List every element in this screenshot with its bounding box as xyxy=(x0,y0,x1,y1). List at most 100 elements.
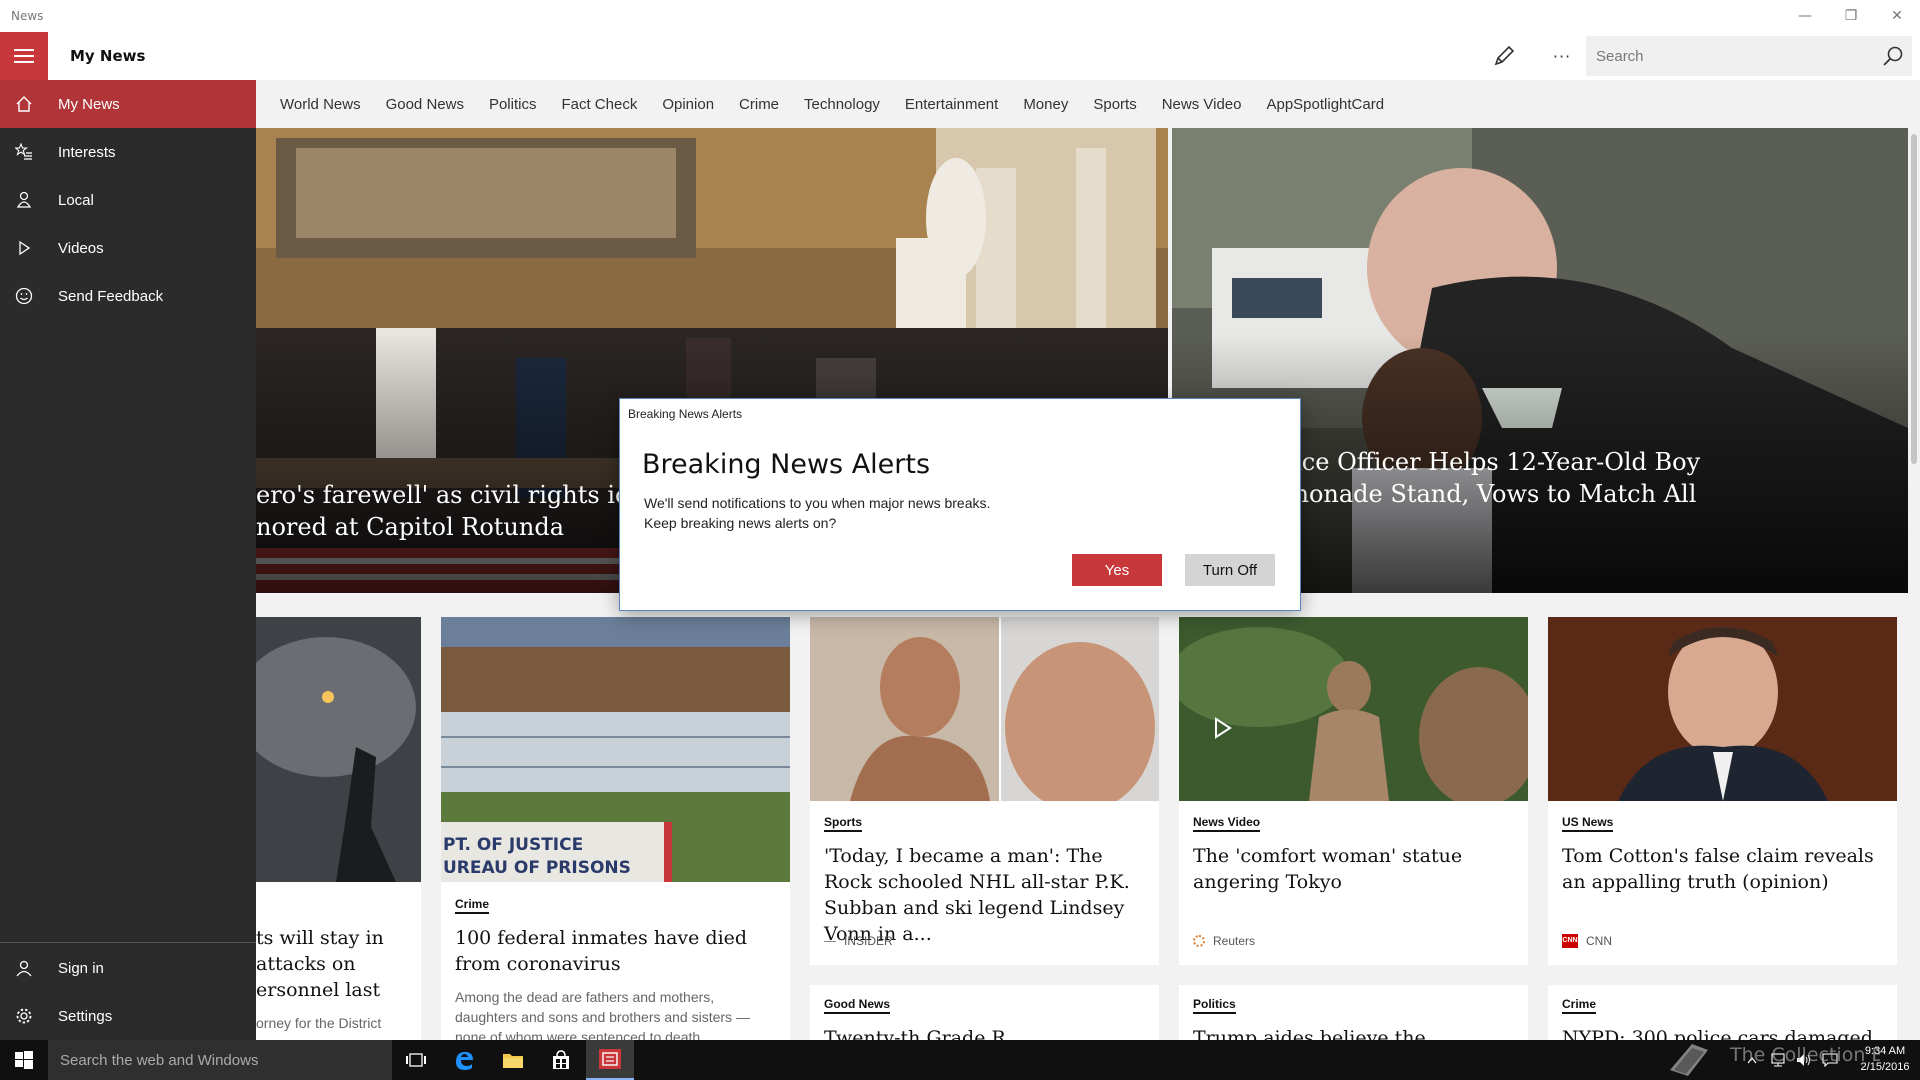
cnn-logo-icon: CNN xyxy=(1562,934,1578,948)
story-card-partial[interactable]: ts will stay in attacks on ersonnel last… xyxy=(256,617,421,1040)
edit-button[interactable] xyxy=(1490,42,1518,70)
taskbar-search-input[interactable] xyxy=(60,1051,380,1069)
window-title-bar: News — ❐ ✕ xyxy=(0,0,1920,32)
sidebar-item-send-feedback[interactable]: Send Feedback xyxy=(0,272,256,320)
home-icon xyxy=(0,80,48,128)
story-title: 'Today, I became a man': The Rock school… xyxy=(824,845,1130,945)
search-icon[interactable] xyxy=(1882,45,1904,67)
story-image-tom-cotton xyxy=(1548,617,1897,801)
sidebar-item-local[interactable]: Local xyxy=(0,176,256,224)
more-options-button[interactable]: ··· xyxy=(1548,42,1576,70)
sidebar-item-my-news[interactable]: My News xyxy=(0,80,256,128)
hero-headline-left: ero's farewell' as civil rights icon nor… xyxy=(256,481,659,541)
story-title: Trump aides believe the president xyxy=(1193,1027,1426,1040)
sidebar-divider xyxy=(0,942,256,943)
scroll-thumb[interactable] xyxy=(1911,134,1917,464)
tab-entertainment[interactable]: Entertainment xyxy=(905,96,998,113)
story-card-tom-cotton[interactable]: US News Tom Cotton's false claim reveals… xyxy=(1548,617,1897,965)
tab-app-spotlight-card[interactable]: AppSpotlightCard xyxy=(1266,96,1384,113)
task-view-icon xyxy=(406,1053,426,1067)
play-icon xyxy=(0,224,48,272)
story-title: Twenty-th Grade R xyxy=(824,1027,1006,1040)
tab-fact-check[interactable]: Fact Check xyxy=(561,96,637,113)
category-tabs: World News Good News Politics Fact Check… xyxy=(256,80,1920,128)
story-title: ts will stay in attacks on ersonnel last xyxy=(256,927,384,1001)
windows-logo-icon xyxy=(15,1051,33,1069)
tab-money[interactable]: Money xyxy=(1023,96,1068,113)
story-category[interactable]: Politics xyxy=(1193,997,1236,1014)
story-category[interactable]: Crime xyxy=(1562,997,1597,1014)
story-source: CNN CNN xyxy=(1562,934,1612,948)
sidebar-item-settings[interactable]: Settings xyxy=(0,992,256,1040)
tab-politics[interactable]: Politics xyxy=(489,96,537,113)
sidebar-item-label: Interests xyxy=(58,143,116,161)
dialog-body: We'll send notifications to you when maj… xyxy=(644,495,991,531)
news-app-icon xyxy=(599,1049,621,1069)
tab-good-news[interactable]: Good News xyxy=(386,96,464,113)
person-icon xyxy=(0,944,48,992)
tab-crime[interactable]: Crime xyxy=(739,96,779,113)
restore-icon: ❐ xyxy=(1844,8,1858,24)
edge-icon xyxy=(456,1052,473,1070)
taskbar: 9:34 AM 2/15/2016 xyxy=(0,1040,1920,1080)
reuters-logo-icon xyxy=(1193,935,1205,947)
sign-text-line1: PT. OF JUSTICE xyxy=(443,835,583,855)
app-header: My News ··· xyxy=(0,32,1920,80)
story-card-the-rock[interactable]: Sports 'Today, I became a man': The Rock… xyxy=(810,617,1159,965)
sidebar-item-label: Settings xyxy=(58,1007,113,1025)
search-box xyxy=(1586,36,1912,76)
story-category[interactable]: Crime xyxy=(455,897,490,914)
story-image-smoke xyxy=(256,617,421,882)
tab-sports[interactable]: Sports xyxy=(1093,96,1136,113)
minimize-button[interactable]: — xyxy=(1782,0,1828,32)
breaking-news-dialog: Breaking News Alerts Breaking News Alert… xyxy=(619,398,1301,611)
story-title: Tom Cotton's false claim reveals an appa… xyxy=(1562,845,1874,893)
story-source: INSIDER xyxy=(824,934,893,948)
sidebar-item-sign-in[interactable]: Sign in xyxy=(0,944,256,992)
restore-button[interactable]: ❐ xyxy=(1828,0,1874,32)
gear-icon xyxy=(0,992,48,1040)
task-view-button[interactable] xyxy=(392,1040,440,1080)
search-input[interactable] xyxy=(1596,46,1856,66)
edge-browser-button[interactable] xyxy=(440,1040,488,1080)
watermark-logo: The Collection Book xyxy=(1670,1044,1880,1076)
story-category[interactable]: Sports xyxy=(824,815,863,832)
close-button[interactable]: ✕ xyxy=(1874,0,1920,32)
sidebar-item-interests[interactable]: Interests xyxy=(0,128,256,176)
vertical-scrollbar[interactable] xyxy=(1908,128,1920,1040)
story-card-good-news[interactable]: Good News Twenty-th Grade R xyxy=(810,985,1159,1040)
tab-world-news[interactable]: World News xyxy=(280,96,361,113)
pencil-icon xyxy=(1494,45,1515,66)
store-bag-icon xyxy=(553,1050,569,1069)
turn-off-button[interactable]: Turn Off xyxy=(1185,554,1275,586)
tab-technology[interactable]: Technology xyxy=(804,96,880,113)
story-image-the-rock xyxy=(810,617,1159,801)
story-category[interactable]: Good News xyxy=(824,997,891,1014)
play-icon[interactable] xyxy=(1209,715,1235,741)
sidebar-item-videos[interactable]: Videos xyxy=(0,224,256,272)
story-category[interactable]: US News xyxy=(1562,815,1614,832)
store-button[interactable] xyxy=(537,1040,585,1080)
story-image-prison: PT. OF JUSTICE UREAU OF PRISONS xyxy=(441,617,790,882)
story-card-politics[interactable]: Politics Trump aides believe the preside… xyxy=(1179,985,1528,1040)
sidebar-item-label: My News xyxy=(58,95,120,113)
tab-news-video[interactable]: News Video xyxy=(1162,96,1242,113)
hamburger-menu-button[interactable] xyxy=(0,32,48,80)
story-image-statue xyxy=(1179,617,1528,801)
story-card-crime[interactable]: Crime NYPD: 300 police cars damaged xyxy=(1548,985,1897,1040)
story-card-comfort-woman[interactable]: News Video The 'comfort woman' statue an… xyxy=(1179,617,1528,965)
sign-text-line2: UREAU OF PRISONS xyxy=(443,858,631,878)
story-title: The 'comfort woman' statue angering Toky… xyxy=(1193,845,1463,893)
tab-opinion[interactable]: Opinion xyxy=(662,96,714,113)
file-explorer-button[interactable] xyxy=(489,1040,537,1080)
dialog-heading: Breaking News Alerts xyxy=(642,449,931,480)
story-category[interactable]: News Video xyxy=(1193,815,1261,832)
news-app-taskbar-button[interactable] xyxy=(586,1040,634,1080)
sidebar-item-label: Send Feedback xyxy=(58,287,164,305)
sidebar-item-label: Sign in xyxy=(58,959,104,977)
yes-button[interactable]: Yes xyxy=(1072,554,1162,586)
story-card-federal-inmates[interactable]: PT. OF JUSTICE UREAU OF PRISONS Crime 10… xyxy=(441,617,790,1040)
sidebar-item-label: Videos xyxy=(58,239,104,257)
start-button[interactable] xyxy=(0,1040,48,1080)
story-title: 100 federal inmates have died from coron… xyxy=(455,927,748,975)
